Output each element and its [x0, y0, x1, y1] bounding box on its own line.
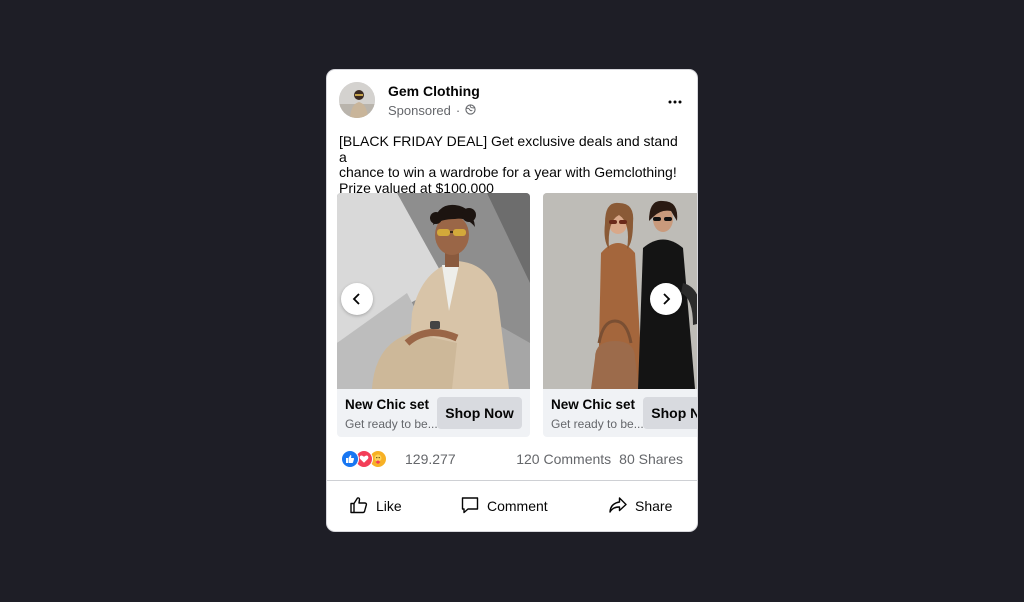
post-text-line: [BLACK FRIDAY DEAL] Get exclusive deals … [339, 133, 678, 165]
shares-count[interactable]: 80 Shares [619, 451, 683, 467]
post-text: [BLACK FRIDAY DEAL] Get exclusive deals … [339, 133, 679, 196]
carousel-card-title: New Chic set [551, 397, 636, 412]
carousel-card[interactable]: New Chic set Get ready to be... Shop Now [543, 193, 697, 437]
post-header: Gem Clothing Sponsored · [339, 82, 687, 122]
reaction-count[interactable]: 129.277 [405, 451, 456, 467]
comments-count[interactable]: 120 Comments [516, 451, 611, 467]
chevron-right-icon[interactable] [650, 283, 682, 315]
comment-icon [460, 495, 480, 518]
share-button[interactable]: Share [608, 491, 672, 521]
product-carousel[interactable]: New Chic set Get ready to be... Shop Now [337, 193, 697, 439]
shop-now-button[interactable]: Shop Now [437, 397, 522, 429]
sponsored-post-card: Gem Clothing Sponsored · [BLACK FRIDAY D… [327, 70, 697, 531]
like-button[interactable]: Like [349, 491, 402, 521]
carousel-card-description: Get ready to be... [345, 417, 438, 431]
page-name[interactable]: Gem Clothing [388, 83, 480, 99]
carousel-card-title: New Chic set [345, 397, 430, 412]
post-actions: Like Comment Share [327, 491, 697, 521]
shop-now-button[interactable]: Shop Now [643, 397, 697, 429]
comment-button[interactable]: Comment [460, 491, 548, 521]
divider [327, 480, 697, 481]
sponsored-label[interactable]: Sponsored [388, 103, 451, 118]
comment-label: Comment [487, 498, 548, 514]
engagement-counts: 120 Comments 80 Shares [516, 451, 683, 467]
reaction-icons[interactable] [341, 450, 387, 468]
page-avatar[interactable] [339, 82, 375, 118]
engagement-stats: 129.277 120 Comments 80 Shares [341, 450, 683, 468]
more-options-icon[interactable] [663, 90, 687, 114]
share-label: Share [635, 498, 673, 514]
carousel-card-description: Get ready to be... [551, 417, 644, 431]
thumbs-up-icon [349, 495, 369, 518]
share-icon [608, 495, 628, 518]
like-reaction-icon [341, 450, 359, 468]
chevron-left-icon[interactable] [341, 283, 373, 315]
separator-dot: · [455, 103, 461, 118]
globe-icon [465, 103, 476, 118]
sponsored-line: Sponsored · [388, 103, 476, 118]
carousel-card[interactable]: New Chic set Get ready to be... Shop Now [337, 193, 530, 437]
like-label: Like [376, 498, 402, 514]
post-text-line: chance to win a wardrobe for a year with… [339, 164, 677, 180]
